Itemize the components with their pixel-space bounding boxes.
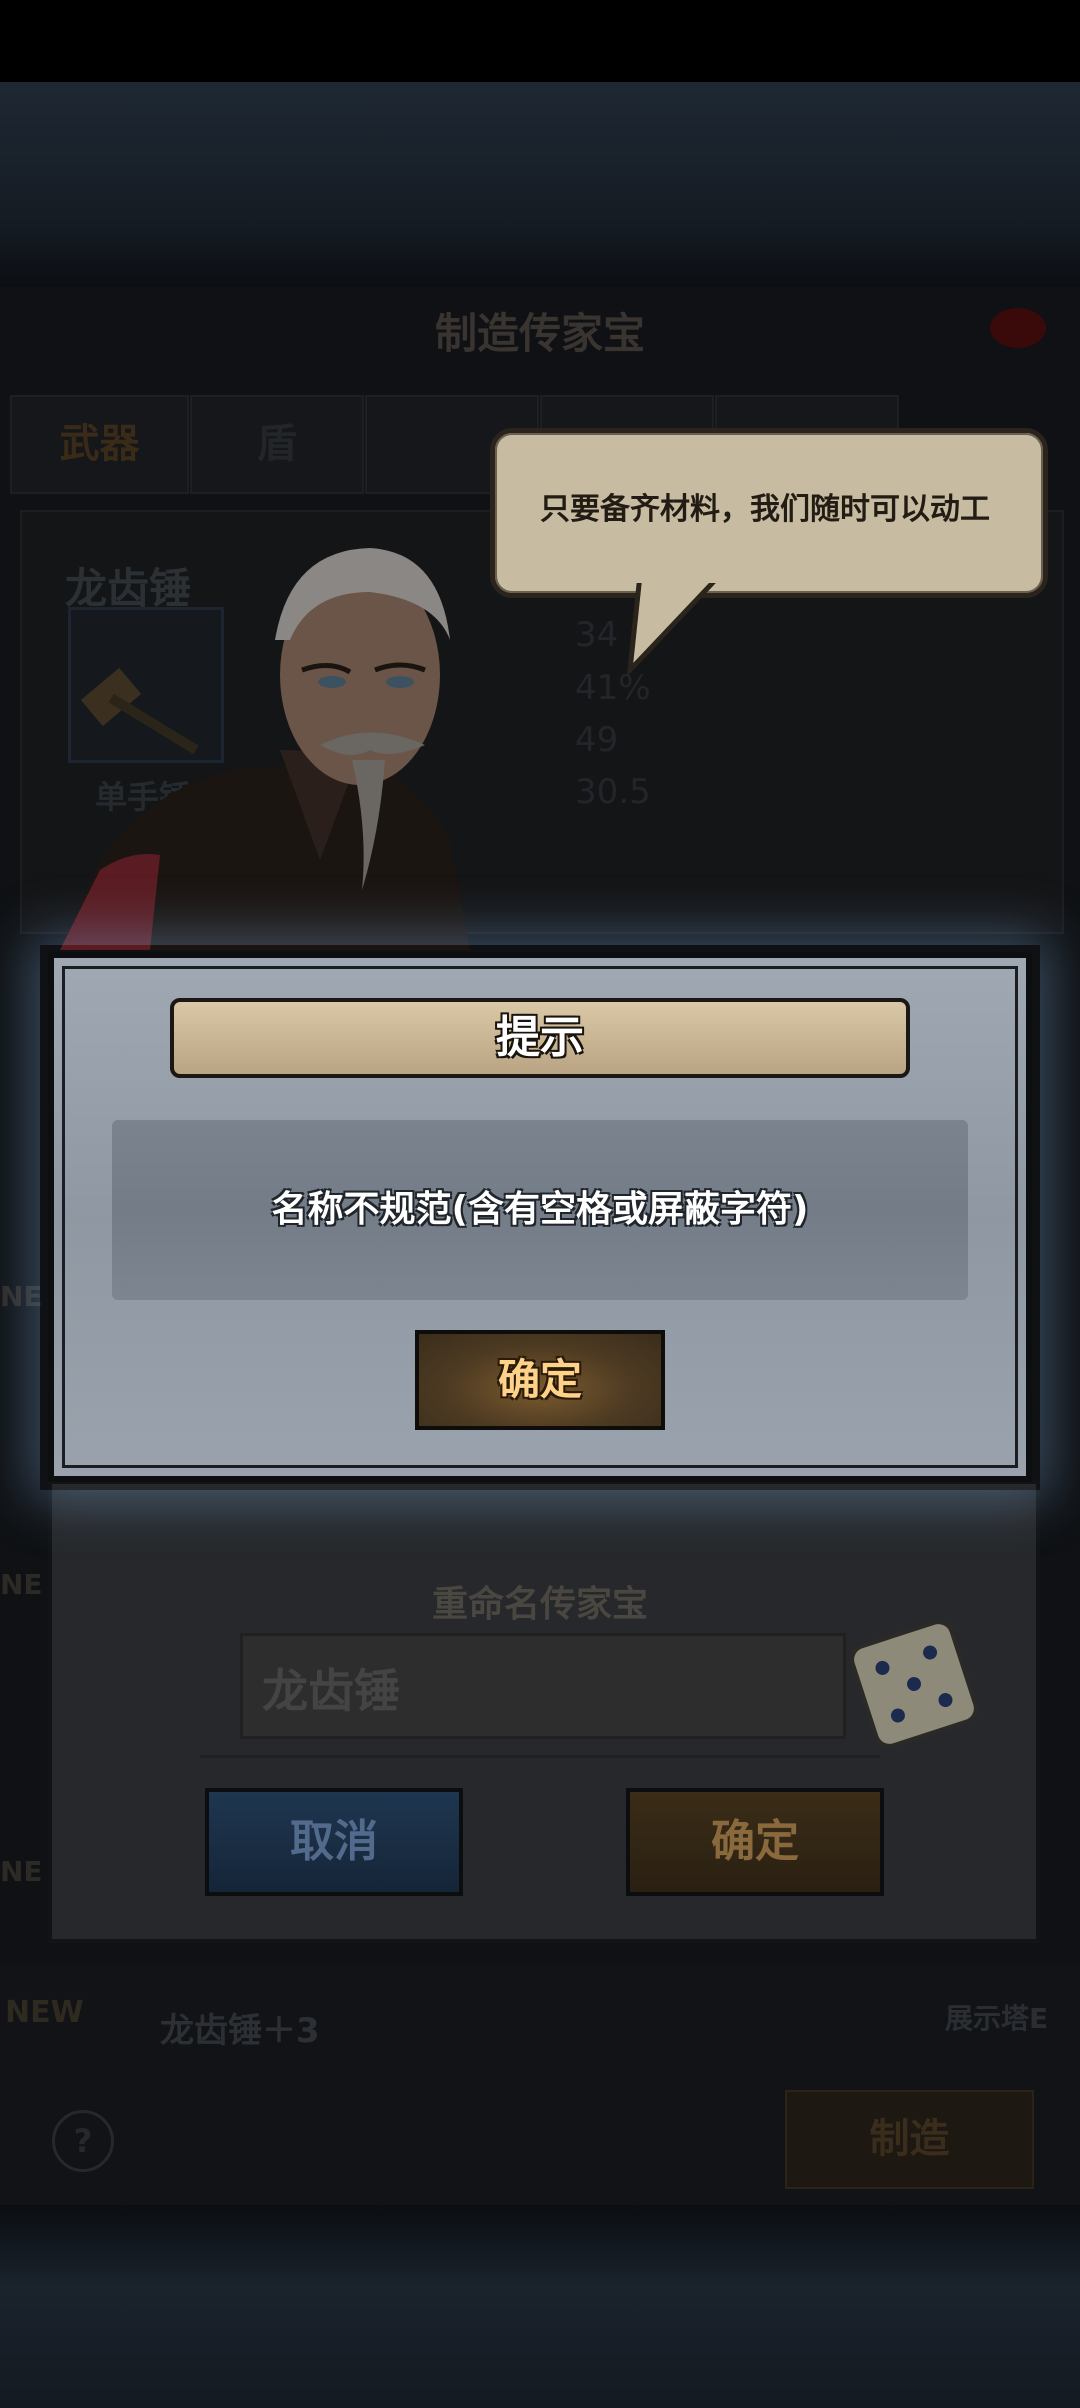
background-bottom <box>0 2205 1080 2408</box>
rename-input-value: 龙齿锤 <box>262 1664 400 1718</box>
tab-shield[interactable]: 盾 <box>190 395 364 494</box>
alert-message: 名称不规范(含有空格或屏蔽字符) <box>271 1189 809 1230</box>
new-tag: NE <box>0 1855 43 1888</box>
close-button[interactable] <box>990 308 1046 348</box>
tab-label: 盾 <box>257 421 297 467</box>
help-icon[interactable]: ? <box>52 2110 114 2172</box>
status-bar <box>0 0 1080 82</box>
speech-text: 只要备齐材料，我们随时可以动工 <box>540 492 990 527</box>
new-tag: NEW <box>5 1995 84 2030</box>
new-tag: NE <box>0 1280 43 1313</box>
speech-bubble-tail <box>626 575 725 675</box>
alert-confirm-label: 确定 <box>497 1355 582 1404</box>
divider <box>200 1755 880 1758</box>
tab-label: 武器 <box>59 421 140 467</box>
cancel-button[interactable]: 取消 <box>205 1788 463 1896</box>
make-button[interactable]: 制造 <box>785 2090 1034 2189</box>
tab-weapon[interactable]: 武器 <box>10 395 189 494</box>
background-top <box>0 82 1080 287</box>
alert-confirm-button[interactable]: 确定 <box>415 1330 665 1430</box>
showcase-label: 展示塔E <box>945 2002 1049 2035</box>
alert-title: 提示 <box>496 1012 584 1063</box>
rename-dialog-title: 重命名传家宝 <box>431 1584 648 1625</box>
rename-confirm-button[interactable]: 确定 <box>626 1788 884 1896</box>
list-item-name[interactable]: 龙齿锤＋3 <box>160 2003 320 2052</box>
panel-title: 制造传家宝 <box>434 309 645 358</box>
